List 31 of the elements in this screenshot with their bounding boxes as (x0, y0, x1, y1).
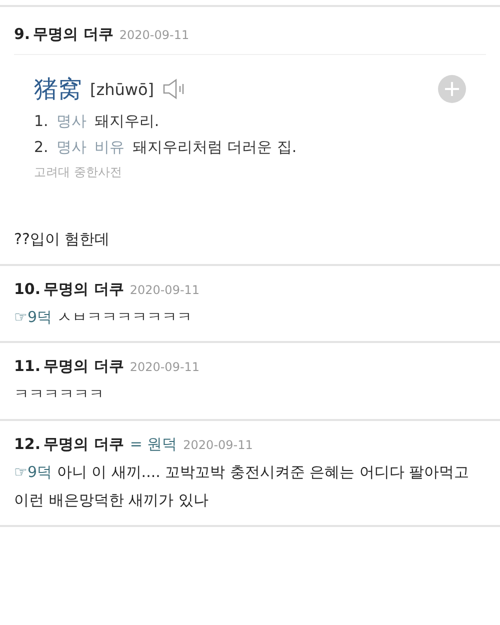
comment-text: ??입이 험한데 (14, 230, 110, 248)
comment-date: 2020-09-11 (119, 28, 190, 42)
part-of-speech: 비유 (94, 138, 124, 157)
comment-number: 12. (14, 434, 41, 452)
add-button[interactable] (438, 75, 466, 103)
comment-date: 2020-09-11 (130, 360, 200, 374)
reply-link[interactable]: ☞9덕 (14, 462, 52, 480)
headword: 猪窝 (34, 74, 82, 105)
part-of-speech: 명사 (56, 138, 86, 157)
sense-number: 2. (34, 138, 48, 157)
pinyin: [zhūwō] (90, 80, 154, 98)
author-name: 무명의 더쿠 (44, 280, 124, 298)
author-name: 무명의 더쿠 (33, 25, 114, 44)
comment-text: ☞9덕 ㅅㅂㅋㅋㅋㅋㅋㅋㅋ (14, 308, 192, 326)
comment-number: 9. (14, 25, 30, 43)
sense-text: 돼지우리처럼 더러운 집. (132, 138, 297, 157)
comment-date: 2020-09-11 (130, 282, 200, 296)
part-of-speech: 명사 (56, 112, 86, 131)
comment-text: ☞9덕 아니 이 새끼.... 꼬박꼬박 충전시켜준 은혜는 어디다 팔아먹고 이런 배은망덕한 새끼가 있나 (14, 462, 470, 509)
author-name: 무명의 더쿠 (44, 357, 124, 376)
comment-date: 2020-09-11 (183, 438, 253, 452)
dictionary-source: 고려대 중한사전 (34, 164, 123, 181)
reply-link[interactable]: ☞9덕 (14, 308, 52, 326)
author-name: 무명의 더쿠 (44, 434, 124, 454)
speaker-icon[interactable] (162, 78, 186, 100)
comment-number: 11. (14, 357, 41, 375)
comment-text: ㅋㅋㅋㅋㅋㅋ (14, 385, 104, 403)
author-note: = 원덕 (130, 434, 178, 454)
comment-number: 10. (14, 280, 41, 298)
sense-text: 돼지우리. (94, 112, 160, 131)
sense-number: 1. (34, 112, 48, 131)
